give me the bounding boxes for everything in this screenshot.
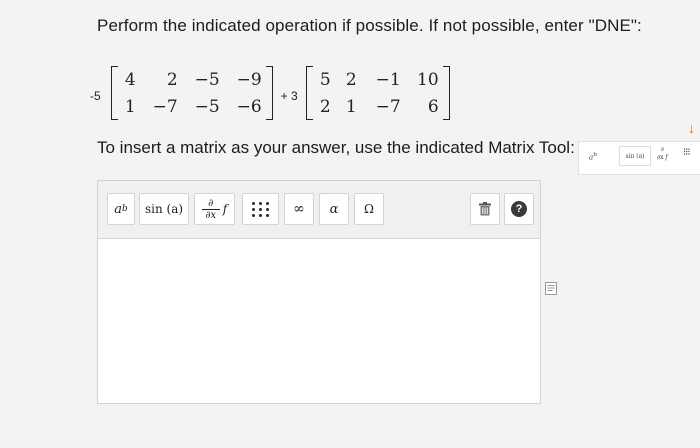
mini-matrix-grid-icon[interactable]: ⁝⁝⁝: [683, 147, 690, 158]
deriv-numerator: ∂: [208, 197, 214, 209]
matrix-expression: -5 4 2 −5 −9 1 −7 −5 −6 + 3 5 2 −1 10 2 1 −7 6: [90, 64, 450, 122]
matrix-2: 5 2 −1 10 2 1 −7 6: [305, 66, 450, 120]
arrow-down-icon: ↓: [688, 120, 695, 136]
coefficient-1: -5: [90, 89, 101, 103]
left-bracket: [305, 66, 313, 120]
deriv-denominator: ∂x: [205, 209, 217, 221]
matrix1-cell: −5: [194, 96, 220, 117]
matrix2-cell: −7: [375, 96, 401, 117]
mini-derivative-button[interactable]: ∂ ∂x f: [657, 146, 668, 162]
matrix2-cell: −1: [375, 69, 401, 90]
matrix2-cell: 2: [345, 69, 357, 90]
trash-icon[interactable]: [470, 193, 500, 225]
power-base: a: [114, 201, 122, 217]
help-glyph: ?: [511, 201, 527, 217]
matrix-1: 4 2 −5 −9 1 −7 −5 −6: [110, 66, 273, 120]
power-exponent: b: [122, 204, 128, 214]
mini-matrix-toolbar: ab sin (a) ∂ ∂x f ⁝⁝⁝: [578, 141, 700, 175]
mini-power-exp: b: [593, 152, 597, 158]
infinity-button[interactable]: ∞: [284, 193, 314, 225]
power-button[interactable]: ab: [107, 193, 135, 225]
help-icon[interactable]: ?: [504, 193, 534, 225]
document-icon[interactable]: [545, 282, 557, 300]
matrix1-cell: −5: [194, 69, 220, 90]
matrix2-cell: 1: [345, 96, 357, 117]
matrix1-cell: −6: [236, 96, 262, 117]
instruction-text: To insert a matrix as your answer, use t…: [97, 138, 575, 157]
mini-deriv-den: ∂x: [657, 154, 664, 161]
mini-deriv-num: ∂: [660, 146, 664, 153]
mini-deriv-fn: f: [665, 154, 668, 161]
operator-coefficient: + 3: [280, 89, 298, 103]
answer-editor: ab sin (a) ∂ ∂x f ∞ α Ω ?: [97, 180, 541, 404]
matrix2-cell: 5: [319, 69, 331, 90]
mini-power-button[interactable]: ab: [589, 152, 597, 161]
right-bracket: [442, 66, 450, 120]
matrix1-cell: −9: [236, 69, 262, 90]
matrix2-cell: 6: [427, 96, 439, 117]
matrix2-cell: 10: [417, 69, 439, 90]
matrix1-cell: −7: [152, 96, 178, 117]
matrix2-cell: 2: [319, 96, 331, 117]
deriv-function: f: [222, 202, 228, 216]
matrix1-cell: 4: [124, 69, 136, 90]
sin-button[interactable]: sin (a): [139, 193, 189, 225]
right-bracket: [265, 66, 273, 120]
answer-input-area[interactable]: [98, 239, 540, 403]
matrix1-cell: 1: [124, 96, 136, 117]
omega-button[interactable]: Ω: [354, 193, 384, 225]
mini-sin-button[interactable]: sin (a): [619, 146, 651, 166]
matrix-grid-icon[interactable]: [242, 193, 279, 225]
question-text: Perform the indicated operation if possi…: [97, 16, 642, 35]
matrix-1-cells: 4 2 −5 −9 1 −7 −5 −6: [118, 66, 266, 120]
matrix-dots: [251, 201, 270, 217]
left-bracket: [110, 66, 118, 120]
alpha-button[interactable]: α: [319, 193, 349, 225]
math-toolbar: ab sin (a) ∂ ∂x f ∞ α Ω ?: [98, 181, 540, 239]
matrix-2-cells: 5 2 −1 10 2 1 −7 6: [313, 66, 443, 120]
matrix1-cell: 2: [166, 69, 178, 90]
derivative-fraction: ∂ ∂x: [201, 197, 220, 221]
derivative-button[interactable]: ∂ ∂x f: [194, 193, 235, 225]
